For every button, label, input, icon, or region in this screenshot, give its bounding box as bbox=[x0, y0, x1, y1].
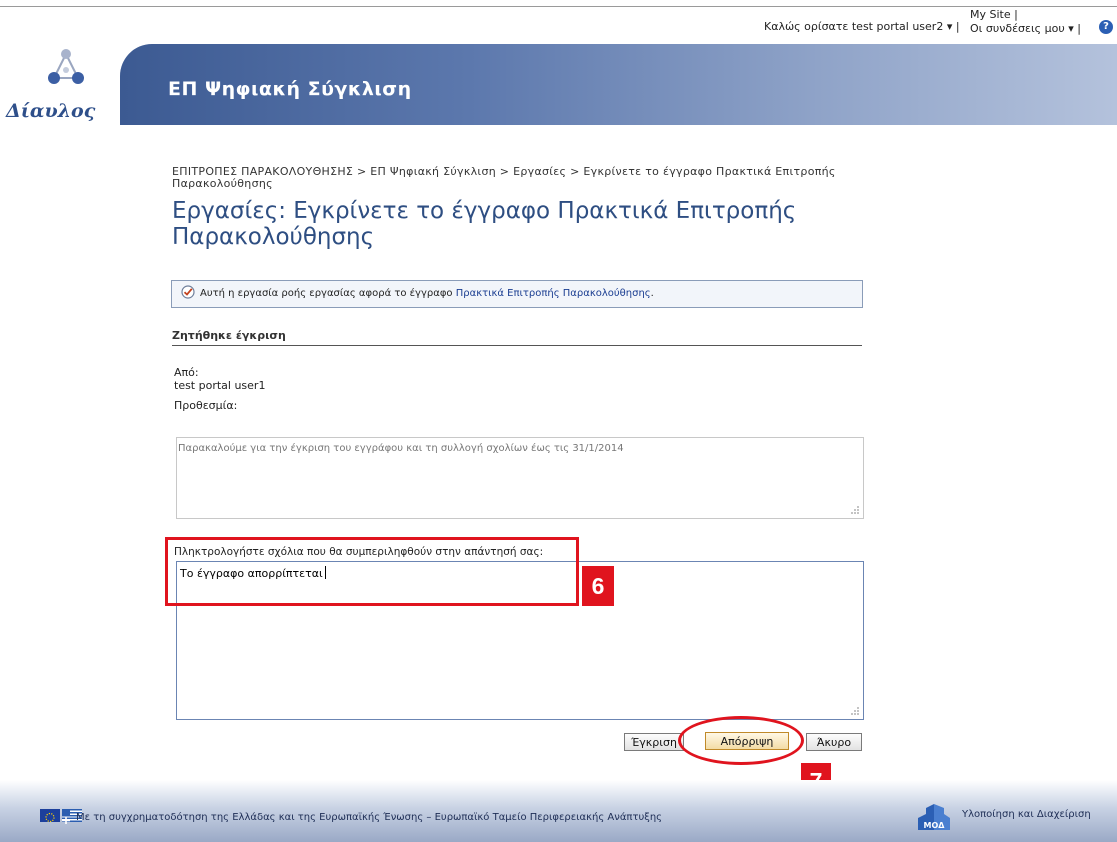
info-prefix: Αυτή η εργασία ροής εργασίας αφορά το έγ… bbox=[200, 288, 456, 299]
breadcrumb[interactable]: ΕΠΙΤΡΟΠΕΣ ΠΑΡΑΚΟΛΟΥΘΗΣΗΣ > ΕΠ Ψηφιακή Σύ… bbox=[172, 166, 892, 190]
help-icon[interactable]: ? bbox=[1099, 20, 1113, 34]
moda-logo-icon: ΜΟΔ bbox=[918, 804, 950, 830]
my-site-area: My Site | Οι συνδέσεις μου ▾ | bbox=[970, 8, 1081, 36]
my-site-link[interactable]: My Site | bbox=[970, 8, 1081, 22]
welcome-menu[interactable]: Καλώς ορίσατε test portal user2 ▾ | bbox=[764, 20, 960, 33]
site-title[interactable]: ΕΠ Ψηφιακή Σύγκλιση bbox=[168, 78, 412, 100]
eu-flag-icon bbox=[40, 809, 60, 823]
request-message: Παρακαλούμε για την έγκριση του εγγράφου… bbox=[178, 443, 624, 454]
document-link[interactable]: Πρακτικά Επιτροπής Παρακολούθησης bbox=[456, 288, 651, 299]
workflow-info-text: Αυτή η εργασία ροής εργασίας αφορά το έγ… bbox=[200, 288, 654, 299]
moda-logo-text: ΜΟΔ bbox=[924, 821, 946, 830]
due-label: Προθεσμία: bbox=[174, 399, 238, 412]
my-links-menu[interactable]: Οι συνδέσεις μου ▾ | bbox=[970, 22, 1081, 36]
annotation-highlight-comment bbox=[165, 537, 579, 606]
separator: | bbox=[955, 20, 960, 33]
cancel-button[interactable]: Άκυρο bbox=[806, 733, 862, 751]
step-6-badge: 6 bbox=[582, 566, 614, 606]
chevron-down-icon: ▾ bbox=[946, 20, 953, 33]
page-title: Εργασίες: Εγκρίνετε το έγγραφο Πρακτικά … bbox=[172, 198, 797, 250]
chevron-down-icon: ▾ bbox=[1068, 22, 1074, 35]
footer-implementation-text: Υλοποίηση και Διαχείριση bbox=[962, 809, 1091, 820]
logo-molecule-icon bbox=[48, 49, 84, 84]
my-links-label: Οι συνδέσεις μου bbox=[970, 22, 1065, 35]
from-value: test portal user1 bbox=[174, 379, 266, 392]
resize-grip-icon[interactable] bbox=[850, 706, 860, 716]
welcome-text: Καλώς ορίσατε test portal user2 bbox=[764, 20, 944, 33]
section-divider bbox=[172, 345, 862, 346]
greek-flag-canton bbox=[62, 809, 70, 824]
top-divider bbox=[0, 6, 1117, 7]
workflow-task-icon bbox=[181, 285, 195, 299]
from-label: Από: bbox=[174, 366, 199, 379]
info-suffix: . bbox=[650, 288, 654, 299]
section-title: Ζητήθηκε έγκριση bbox=[172, 329, 286, 342]
footer-funding-text: Με τη συγχρηματοδότηση της Ελλάδας και τ… bbox=[76, 812, 663, 823]
approve-button[interactable]: Έγκριση bbox=[624, 733, 684, 751]
logo-text: Δίαυλος bbox=[6, 100, 96, 122]
resize-grip-icon[interactable] bbox=[850, 505, 860, 515]
annotation-highlight-reject bbox=[678, 716, 804, 765]
